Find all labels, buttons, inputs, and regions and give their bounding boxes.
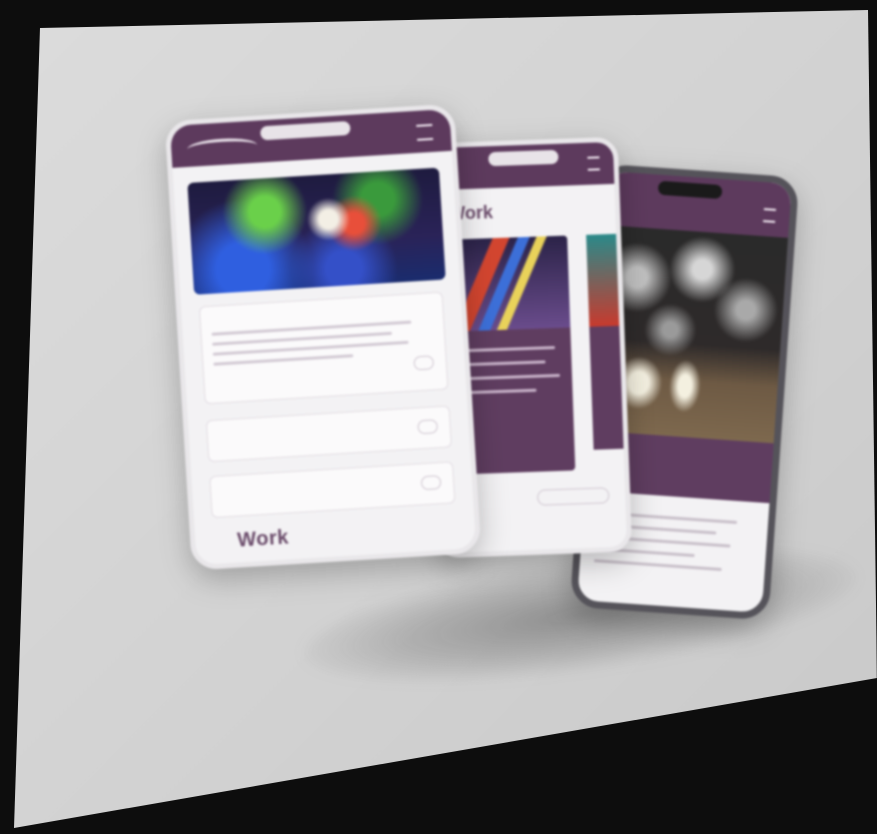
dynamic-island	[657, 180, 723, 200]
text-line	[213, 354, 354, 366]
chevron-icon[interactable]	[417, 419, 439, 435]
work-card-next-image	[586, 233, 620, 327]
toggle-icon[interactable]	[413, 355, 435, 371]
brand-logo[interactable]	[186, 136, 258, 158]
text-line	[593, 559, 722, 572]
phone-notch	[488, 149, 559, 167]
event-card[interactable]	[198, 291, 449, 405]
phone-front-header	[169, 108, 452, 168]
text-line	[455, 346, 556, 353]
chevron-icon[interactable]	[420, 475, 442, 491]
mockup-stage: Work Work	[0, 0, 877, 834]
work-card-next[interactable]	[586, 233, 624, 450]
view-more-button[interactable]	[536, 487, 610, 506]
list-item[interactable]	[209, 461, 456, 519]
text-line	[456, 373, 561, 381]
section-title: Work	[236, 526, 290, 552]
phone-notch	[260, 120, 351, 141]
hero-image	[187, 167, 446, 295]
hamburger-menu-icon[interactable]	[416, 123, 434, 141]
phone-front: Work	[164, 103, 482, 571]
hamburger-menu-icon[interactable]	[763, 208, 776, 223]
list-item[interactable]	[205, 405, 452, 463]
hamburger-menu-icon[interactable]	[587, 156, 600, 171]
